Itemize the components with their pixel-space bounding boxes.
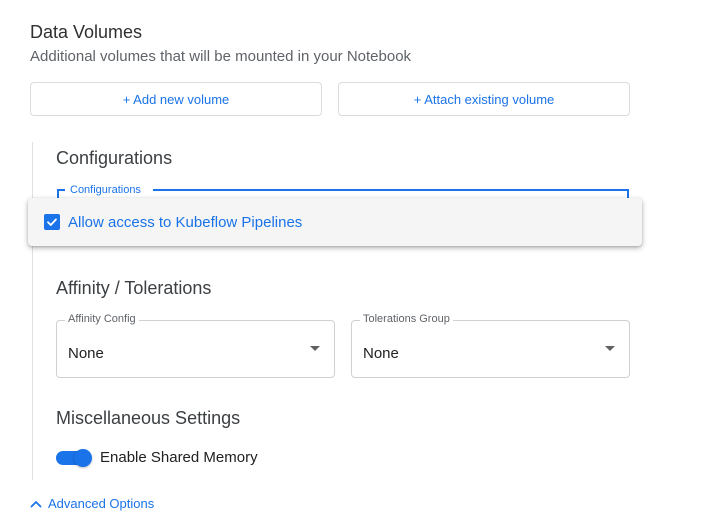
attach-existing-volume-button[interactable]: + Attach existing volume bbox=[338, 82, 630, 116]
notebook-form: Data Volumes Additional volumes that wil… bbox=[0, 0, 709, 518]
allow-kubeflow-pipelines-option[interactable]: Allow access to Kubeflow Pipelines bbox=[68, 214, 302, 231]
tolerations-group-select[interactable]: Tolerations Group None bbox=[351, 313, 630, 378]
dropdown-arrow-icon bbox=[310, 346, 320, 351]
advanced-options-label: Advanced Options bbox=[48, 496, 155, 511]
configurations-title: Configurations bbox=[56, 148, 173, 168]
chevron-up-icon bbox=[30, 500, 42, 507]
shared-memory-label: Enable Shared Memory bbox=[100, 449, 258, 466]
tolerations-group-value: None bbox=[363, 345, 399, 362]
advanced-options-divider bbox=[32, 142, 33, 480]
add-new-volume-button[interactable]: + Add new volume bbox=[30, 82, 322, 116]
configurations-field-label: Configurations bbox=[68, 184, 143, 196]
miscellaneous-settings-title: Miscellaneous Settings bbox=[56, 408, 241, 428]
data-volumes-title: Data Volumes bbox=[30, 22, 143, 42]
data-volumes-subtitle: Additional volumes that will be mounted … bbox=[30, 48, 412, 65]
checkbox-checked-icon[interactable] bbox=[44, 214, 60, 230]
dropdown-arrow-icon bbox=[605, 346, 615, 351]
configurations-dropdown-panel: Allow access to Kubeflow Pipelines bbox=[28, 198, 642, 246]
tolerations-group-label: Tolerations Group bbox=[360, 313, 453, 325]
affinity-config-value: None bbox=[68, 345, 104, 362]
affinity-config-label: Affinity Config bbox=[65, 313, 139, 325]
affinity-config-select[interactable]: Affinity Config None bbox=[56, 313, 335, 378]
shared-memory-toggle[interactable] bbox=[56, 449, 92, 467]
affinity-tolerations-title: Affinity / Tolerations bbox=[56, 278, 212, 298]
advanced-options-toggle[interactable]: Advanced Options bbox=[30, 496, 154, 511]
